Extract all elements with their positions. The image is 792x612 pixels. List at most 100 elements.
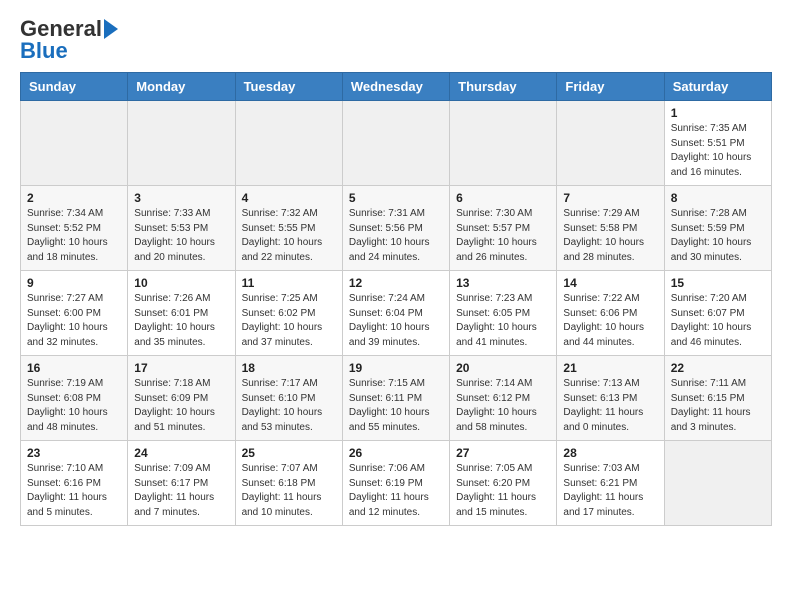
calendar-cell: 16Sunrise: 7:19 AM Sunset: 6:08 PM Dayli…	[21, 356, 128, 441]
day-info: Sunrise: 7:18 AM Sunset: 6:09 PM Dayligh…	[134, 377, 228, 435]
calendar-cell: 15 Sunrise: 7:20 AM Sunset: 6:07 PM Dayli…	[664, 271, 771, 356]
day-info: Sunrise: 7:15 AM Sunset: 6:11 PM Dayligh…	[349, 377, 443, 435]
calendar-cell: 13 Sunrise: 7:23 AM Sunset: 6:05 PM Dayli…	[450, 271, 557, 356]
day-info: Sunrise: 7:03 AM Sunset: 6:21 PM Dayligh…	[563, 462, 657, 520]
header: General Blue	[20, 18, 772, 62]
day-number: 21	[563, 361, 657, 375]
day-info: Sunrise: 7:24 AM Sunset: 6:04 PM Dayligh…	[349, 292, 443, 350]
calendar-cell	[450, 101, 557, 186]
calendar-cell	[235, 101, 342, 186]
day-info: Sunrise: 7:13 AM Sunset: 6:13 PM Dayligh…	[563, 377, 657, 435]
day-number: 23	[27, 446, 121, 460]
day-info: Sunrise: 7:19 AM Sunset: 6:08 PM Dayligh…	[27, 377, 121, 435]
calendar-header-row: SundayMondayTuesdayWednesdayThursdayFrid…	[21, 73, 772, 101]
calendar-cell: 23Sunrise: 7:10 AM Sunset: 6:16 PM Dayli…	[21, 441, 128, 526]
calendar-cell	[664, 441, 771, 526]
day-number: 28	[563, 446, 657, 460]
day-number: 4	[242, 191, 336, 205]
calendar-day-header: Monday	[128, 73, 235, 101]
day-info: Sunrise: 7:20 AM Sunset: 6:07 PM Dayligh…	[671, 292, 765, 350]
day-number: 22	[671, 361, 765, 375]
day-info: Sunrise: 7:14 AM Sunset: 6:12 PM Dayligh…	[456, 377, 550, 435]
day-info: Sunrise: 7:23 AM Sunset: 6:05 PM Dayligh…	[456, 292, 550, 350]
page: General Blue SundayMondayTuesdayWednesda…	[0, 0, 792, 544]
day-info: Sunrise: 7:30 AM Sunset: 5:57 PM Dayligh…	[456, 207, 550, 265]
day-number: 24	[134, 446, 228, 460]
calendar-week-row: 1 Sunrise: 7:35 AM Sunset: 5:51 PM Daylig…	[21, 101, 772, 186]
day-info: Sunrise: 7:05 AM Sunset: 6:20 PM Dayligh…	[456, 462, 550, 520]
calendar-day-header: Wednesday	[342, 73, 449, 101]
day-info: Sunrise: 7:35 AM Sunset: 5:51 PM Dayligh…	[671, 122, 765, 180]
day-number: 14	[563, 276, 657, 290]
day-number: 3	[134, 191, 228, 205]
calendar-cell: 21 Sunrise: 7:13 AM Sunset: 6:13 PM Dayli…	[557, 356, 664, 441]
calendar-cell: 17Sunrise: 7:18 AM Sunset: 6:09 PM Dayli…	[128, 356, 235, 441]
calendar-cell: 4 Sunrise: 7:32 AM Sunset: 5:55 PM Daylig…	[235, 186, 342, 271]
calendar-cell: 25 Sunrise: 7:07 AM Sunset: 6:18 PM Dayli…	[235, 441, 342, 526]
calendar-cell: 22 Sunrise: 7:11 AM Sunset: 6:15 PM Dayli…	[664, 356, 771, 441]
calendar-cell: 5 Sunrise: 7:31 AM Sunset: 5:56 PM Daylig…	[342, 186, 449, 271]
day-info: Sunrise: 7:25 AM Sunset: 6:02 PM Dayligh…	[242, 292, 336, 350]
day-number: 7	[563, 191, 657, 205]
day-number: 13	[456, 276, 550, 290]
calendar-cell	[21, 101, 128, 186]
day-number: 20	[456, 361, 550, 375]
day-info: Sunrise: 7:34 AM Sunset: 5:52 PM Dayligh…	[27, 207, 121, 265]
calendar-cell: 26 Sunrise: 7:06 AM Sunset: 6:19 PM Dayli…	[342, 441, 449, 526]
day-number: 8	[671, 191, 765, 205]
calendar-cell: 14 Sunrise: 7:22 AM Sunset: 6:06 PM Dayli…	[557, 271, 664, 356]
day-info: Sunrise: 7:26 AM Sunset: 6:01 PM Dayligh…	[134, 292, 228, 350]
day-number: 25	[242, 446, 336, 460]
calendar-week-row: 23Sunrise: 7:10 AM Sunset: 6:16 PM Dayli…	[21, 441, 772, 526]
calendar-cell: 20 Sunrise: 7:14 AM Sunset: 6:12 PM Dayli…	[450, 356, 557, 441]
day-number: 5	[349, 191, 443, 205]
calendar-cell: 27 Sunrise: 7:05 AM Sunset: 6:20 PM Dayli…	[450, 441, 557, 526]
day-info: Sunrise: 7:22 AM Sunset: 6:06 PM Dayligh…	[563, 292, 657, 350]
calendar-week-row: 2 Sunrise: 7:34 AM Sunset: 5:52 PM Daylig…	[21, 186, 772, 271]
calendar-cell: 8 Sunrise: 7:28 AM Sunset: 5:59 PM Daylig…	[664, 186, 771, 271]
calendar-cell: 24Sunrise: 7:09 AM Sunset: 6:17 PM Dayli…	[128, 441, 235, 526]
calendar-day-header: Thursday	[450, 73, 557, 101]
calendar-cell: 11 Sunrise: 7:25 AM Sunset: 6:02 PM Dayli…	[235, 271, 342, 356]
day-number: 10	[134, 276, 228, 290]
day-number: 11	[242, 276, 336, 290]
calendar-cell	[342, 101, 449, 186]
calendar-cell: 28 Sunrise: 7:03 AM Sunset: 6:21 PM Dayli…	[557, 441, 664, 526]
calendar-cell: 9Sunrise: 7:27 AM Sunset: 6:00 PM Daylig…	[21, 271, 128, 356]
calendar-week-row: 9Sunrise: 7:27 AM Sunset: 6:00 PM Daylig…	[21, 271, 772, 356]
calendar-week-row: 16Sunrise: 7:19 AM Sunset: 6:08 PM Dayli…	[21, 356, 772, 441]
day-number: 6	[456, 191, 550, 205]
calendar-cell: 7 Sunrise: 7:29 AM Sunset: 5:58 PM Daylig…	[557, 186, 664, 271]
calendar-cell	[128, 101, 235, 186]
logo-general-text: General	[20, 18, 102, 40]
day-number: 19	[349, 361, 443, 375]
calendar-cell: 6 Sunrise: 7:30 AM Sunset: 5:57 PM Daylig…	[450, 186, 557, 271]
day-number: 15	[671, 276, 765, 290]
calendar-cell: 19 Sunrise: 7:15 AM Sunset: 6:11 PM Dayli…	[342, 356, 449, 441]
day-info: Sunrise: 7:11 AM Sunset: 6:15 PM Dayligh…	[671, 377, 765, 435]
calendar-cell: 1 Sunrise: 7:35 AM Sunset: 5:51 PM Daylig…	[664, 101, 771, 186]
day-info: Sunrise: 7:07 AM Sunset: 6:18 PM Dayligh…	[242, 462, 336, 520]
day-number: 27	[456, 446, 550, 460]
calendar-cell	[557, 101, 664, 186]
calendar-day-header: Tuesday	[235, 73, 342, 101]
day-number: 18	[242, 361, 336, 375]
day-info: Sunrise: 7:06 AM Sunset: 6:19 PM Dayligh…	[349, 462, 443, 520]
day-number: 26	[349, 446, 443, 460]
day-number: 12	[349, 276, 443, 290]
logo-arrow-icon	[104, 19, 118, 39]
day-info: Sunrise: 7:27 AM Sunset: 6:00 PM Dayligh…	[27, 292, 121, 350]
day-info: Sunrise: 7:28 AM Sunset: 5:59 PM Dayligh…	[671, 207, 765, 265]
calendar-day-header: Saturday	[664, 73, 771, 101]
day-number: 2	[27, 191, 121, 205]
day-info: Sunrise: 7:31 AM Sunset: 5:56 PM Dayligh…	[349, 207, 443, 265]
day-info: Sunrise: 7:29 AM Sunset: 5:58 PM Dayligh…	[563, 207, 657, 265]
logo: General Blue	[20, 18, 118, 62]
calendar-day-header: Sunday	[21, 73, 128, 101]
day-number: 1	[671, 106, 765, 120]
calendar-cell: 2 Sunrise: 7:34 AM Sunset: 5:52 PM Daylig…	[21, 186, 128, 271]
day-info: Sunrise: 7:32 AM Sunset: 5:55 PM Dayligh…	[242, 207, 336, 265]
calendar-day-header: Friday	[557, 73, 664, 101]
logo-blue-text: Blue	[20, 40, 68, 62]
calendar-cell: 3Sunrise: 7:33 AM Sunset: 5:53 PM Daylig…	[128, 186, 235, 271]
